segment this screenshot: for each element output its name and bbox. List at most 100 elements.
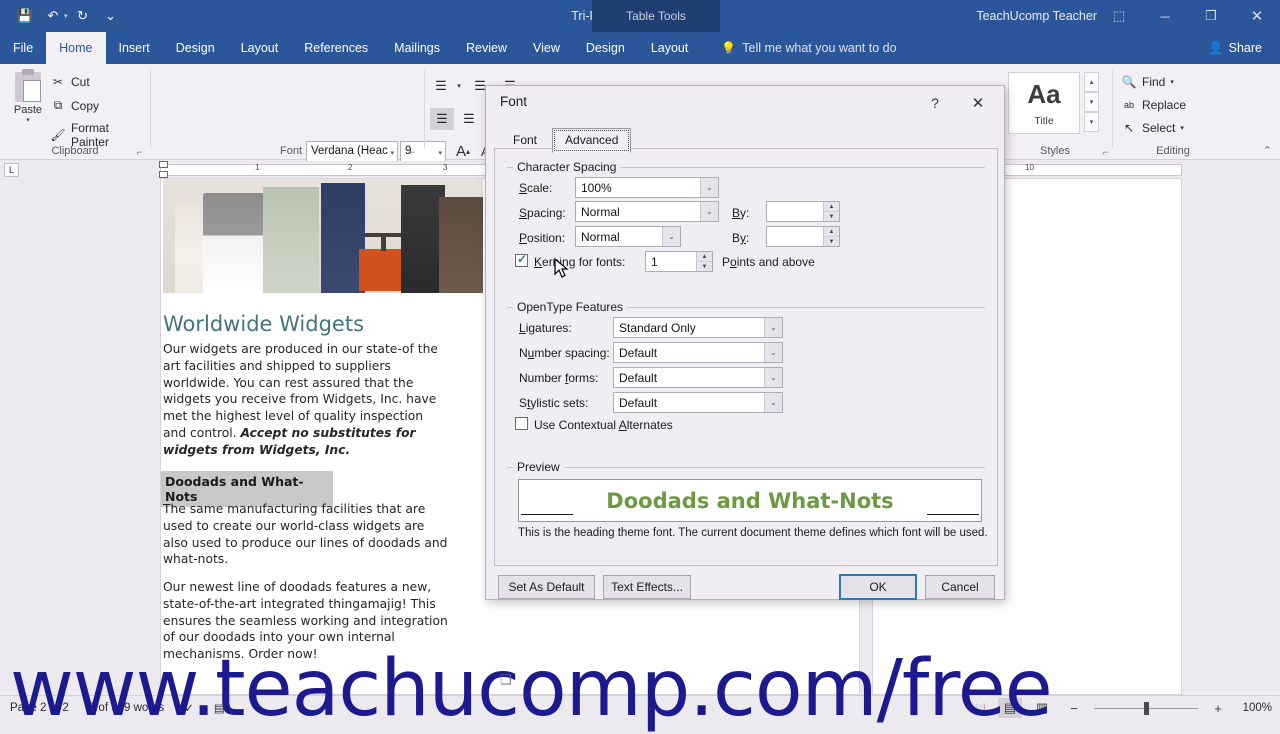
undo-icon[interactable]: ↶ <box>40 4 66 28</box>
select-dropdown-icon[interactable]: ▾ <box>1180 124 1184 132</box>
find-button[interactable]: 🔍 Find ▾ <box>1121 75 1174 89</box>
zoom-out-button[interactable]: − <box>1062 698 1086 718</box>
spinner-buttons[interactable]: ▲ ▼ <box>823 202 839 221</box>
dialog-tab-advanced[interactable]: Advanced <box>552 128 632 153</box>
zoom-level-label[interactable]: 100% <box>1238 702 1272 714</box>
contextual-alternates-checkbox[interactable] <box>515 417 528 430</box>
brochure-photo[interactable] <box>163 179 483 293</box>
clipboard-dialog-launcher-icon[interactable]: ⌐ <box>137 147 142 157</box>
tab-review[interactable]: Review <box>453 32 520 64</box>
tab-table-design[interactable]: Design <box>573 32 638 64</box>
proofing-icon[interactable]: ✓ <box>174 701 204 715</box>
tab-home[interactable]: Home <box>46 32 106 64</box>
position-combo[interactable]: Normal ⌄ <box>575 226 681 247</box>
macro-recording-icon[interactable]: ▤ <box>204 701 235 715</box>
number-spacing-combo[interactable]: Default ⌄ <box>613 342 783 363</box>
minimize-icon[interactable]: ─ <box>1142 0 1188 32</box>
page-indicator[interactable]: Page 2 of 2 <box>0 702 79 714</box>
tab-mailings[interactable]: Mailings <box>381 32 453 64</box>
tab-view[interactable]: View <box>520 32 573 64</box>
position-by-spinner[interactable]: ▲ ▼ <box>766 226 840 247</box>
spinner-up-icon[interactable]: ▲ <box>824 202 839 212</box>
print-layout-button[interactable]: ▤ <box>998 698 1022 718</box>
spinner-down-icon[interactable]: ▼ <box>697 262 712 271</box>
tab-stop-selector[interactable]: L <box>4 163 19 177</box>
word-count[interactable]: 3 of 309 words <box>79 702 174 714</box>
ligatures-combo[interactable]: Standard Only ⌄ <box>613 317 783 338</box>
tab-table-layout[interactable]: Layout <box>638 32 702 64</box>
text-effects-button[interactable]: Text Effects... <box>603 575 691 599</box>
styles-more-icon[interactable]: ▾ <box>1084 112 1099 132</box>
spinner-up-icon[interactable]: ▲ <box>697 252 712 262</box>
web-layout-button[interactable]: ▥ <box>1030 698 1054 718</box>
align-left-button[interactable]: ☰ <box>430 108 454 130</box>
hanging-indent-marker[interactable] <box>159 171 168 178</box>
tab-insert[interactable]: Insert <box>106 32 163 64</box>
read-mode-button[interactable]: 📖 <box>966 698 990 718</box>
find-dropdown-icon[interactable]: ▾ <box>1170 78 1174 86</box>
save-icon[interactable]: 💾 <box>12 4 38 28</box>
chevron-down-icon[interactable]: ⌄ <box>700 178 718 197</box>
close-icon[interactable]: ✕ <box>1234 0 1280 32</box>
doc-paragraph-1[interactable]: Our widgets are produced in our state-of… <box>163 341 441 459</box>
cut-button[interactable]: ✂ Cut <box>50 75 90 89</box>
collapse-ribbon-icon[interactable]: ⌃ <box>1263 144 1272 157</box>
styles-dialog-launcher-icon[interactable]: ⌐ <box>1103 147 1108 157</box>
chevron-down-icon[interactable]: ⌄ <box>764 318 782 337</box>
customize-qat-icon[interactable]: ⌄ <box>98 4 124 28</box>
redo-icon[interactable]: ↻ <box>70 4 96 28</box>
doc-heading-worldwide-widgets[interactable]: Worldwide Widgets <box>163 312 364 336</box>
stylistic-sets-combo[interactable]: Default ⌄ <box>613 392 783 413</box>
bullets-icon[interactable]: ☰ <box>430 76 452 96</box>
font-dialog[interactable]: Font ? ✕ Font Advanced Character Spacing… <box>485 85 1005 600</box>
chevron-down-icon[interactable]: ⌄ <box>764 393 782 412</box>
first-line-indent-marker[interactable] <box>159 161 168 168</box>
ribbon-display-options-icon[interactable]: ⬚ <box>1096 0 1142 32</box>
zoom-in-button[interactable]: + <box>1206 698 1230 718</box>
cancel-button[interactable]: Cancel <box>925 575 995 599</box>
spinner-down-icon[interactable]: ▼ <box>824 237 839 246</box>
help-icon[interactable]: ? <box>922 92 948 114</box>
paste-dropdown-icon[interactable]: ▾ <box>6 116 50 124</box>
spinner-buttons[interactable]: ▲ ▼ <box>823 227 839 246</box>
scale-combo[interactable]: 100% ⌄ <box>575 177 719 198</box>
account-name[interactable]: TeachUcomp Teacher <box>976 0 1097 32</box>
tab-file[interactable]: File <box>0 32 46 64</box>
zoom-slider[interactable] <box>1094 700 1198 716</box>
doc-paragraph-2[interactable]: The same manufacturing facilities that a… <box>163 501 448 568</box>
bullets-dropdown-icon[interactable]: ▾ <box>453 76 465 96</box>
share-button[interactable]: 👤 Share <box>1198 35 1272 61</box>
kerning-checkbox[interactable] <box>515 252 528 267</box>
styles-scroll-up-icon[interactable]: ▴ <box>1084 72 1099 92</box>
tab-references[interactable]: References <box>291 32 381 64</box>
number-forms-combo[interactable]: Default ⌄ <box>613 367 783 388</box>
spacing-by-spinner[interactable]: ▲ ▼ <box>766 201 840 222</box>
tab-design[interactable]: Design <box>163 32 228 64</box>
style-tile-title[interactable]: Aa Title <box>1008 72 1080 134</box>
undo-dropdown-icon[interactable]: ▾ <box>64 12 68 20</box>
ok-button[interactable]: OK <box>839 574 917 600</box>
spinner-up-icon[interactable]: ▲ <box>824 227 839 237</box>
zoom-thumb[interactable] <box>1144 701 1149 715</box>
font-dialog-launcher-icon[interactable]: ⌐ <box>410 147 415 157</box>
spacing-combo[interactable]: Normal ⌄ <box>575 201 719 222</box>
tell-me-box[interactable]: 💡 Tell me what you want to do <box>701 32 896 64</box>
chevron-down-icon[interactable]: ⌄ <box>764 368 782 387</box>
copy-button[interactable]: ⧉ Copy <box>50 98 99 113</box>
restore-icon[interactable]: ❐ <box>1188 0 1234 32</box>
replace-button[interactable]: ab Replace <box>1121 98 1186 112</box>
chevron-down-icon[interactable]: ⌄ <box>662 227 680 246</box>
chevron-down-icon[interactable]: ▾ <box>390 149 394 157</box>
styles-scroll-down-icon[interactable]: ▾ <box>1084 92 1099 112</box>
paste-button[interactable]: Paste ▾ <box>6 69 50 138</box>
select-button[interactable]: ↖ Select ▾ <box>1121 121 1184 135</box>
chevron-down-icon[interactable]: ⌄ <box>700 202 718 221</box>
kerning-points-spinner[interactable]: 1 ▲ ▼ <box>645 251 713 272</box>
spinner-buttons[interactable]: ▲ ▼ <box>696 252 712 271</box>
dialog-close-icon[interactable]: ✕ <box>964 92 992 114</box>
align-center-button[interactable]: ☰ <box>457 108 481 130</box>
chevron-down-icon[interactable]: ⌄ <box>764 343 782 362</box>
set-as-default-button[interactable]: Set As Default <box>498 575 595 599</box>
doc-paragraph-3[interactable]: Our newest line of doodads features a ne… <box>163 579 448 663</box>
tab-layout[interactable]: Layout <box>228 32 292 64</box>
